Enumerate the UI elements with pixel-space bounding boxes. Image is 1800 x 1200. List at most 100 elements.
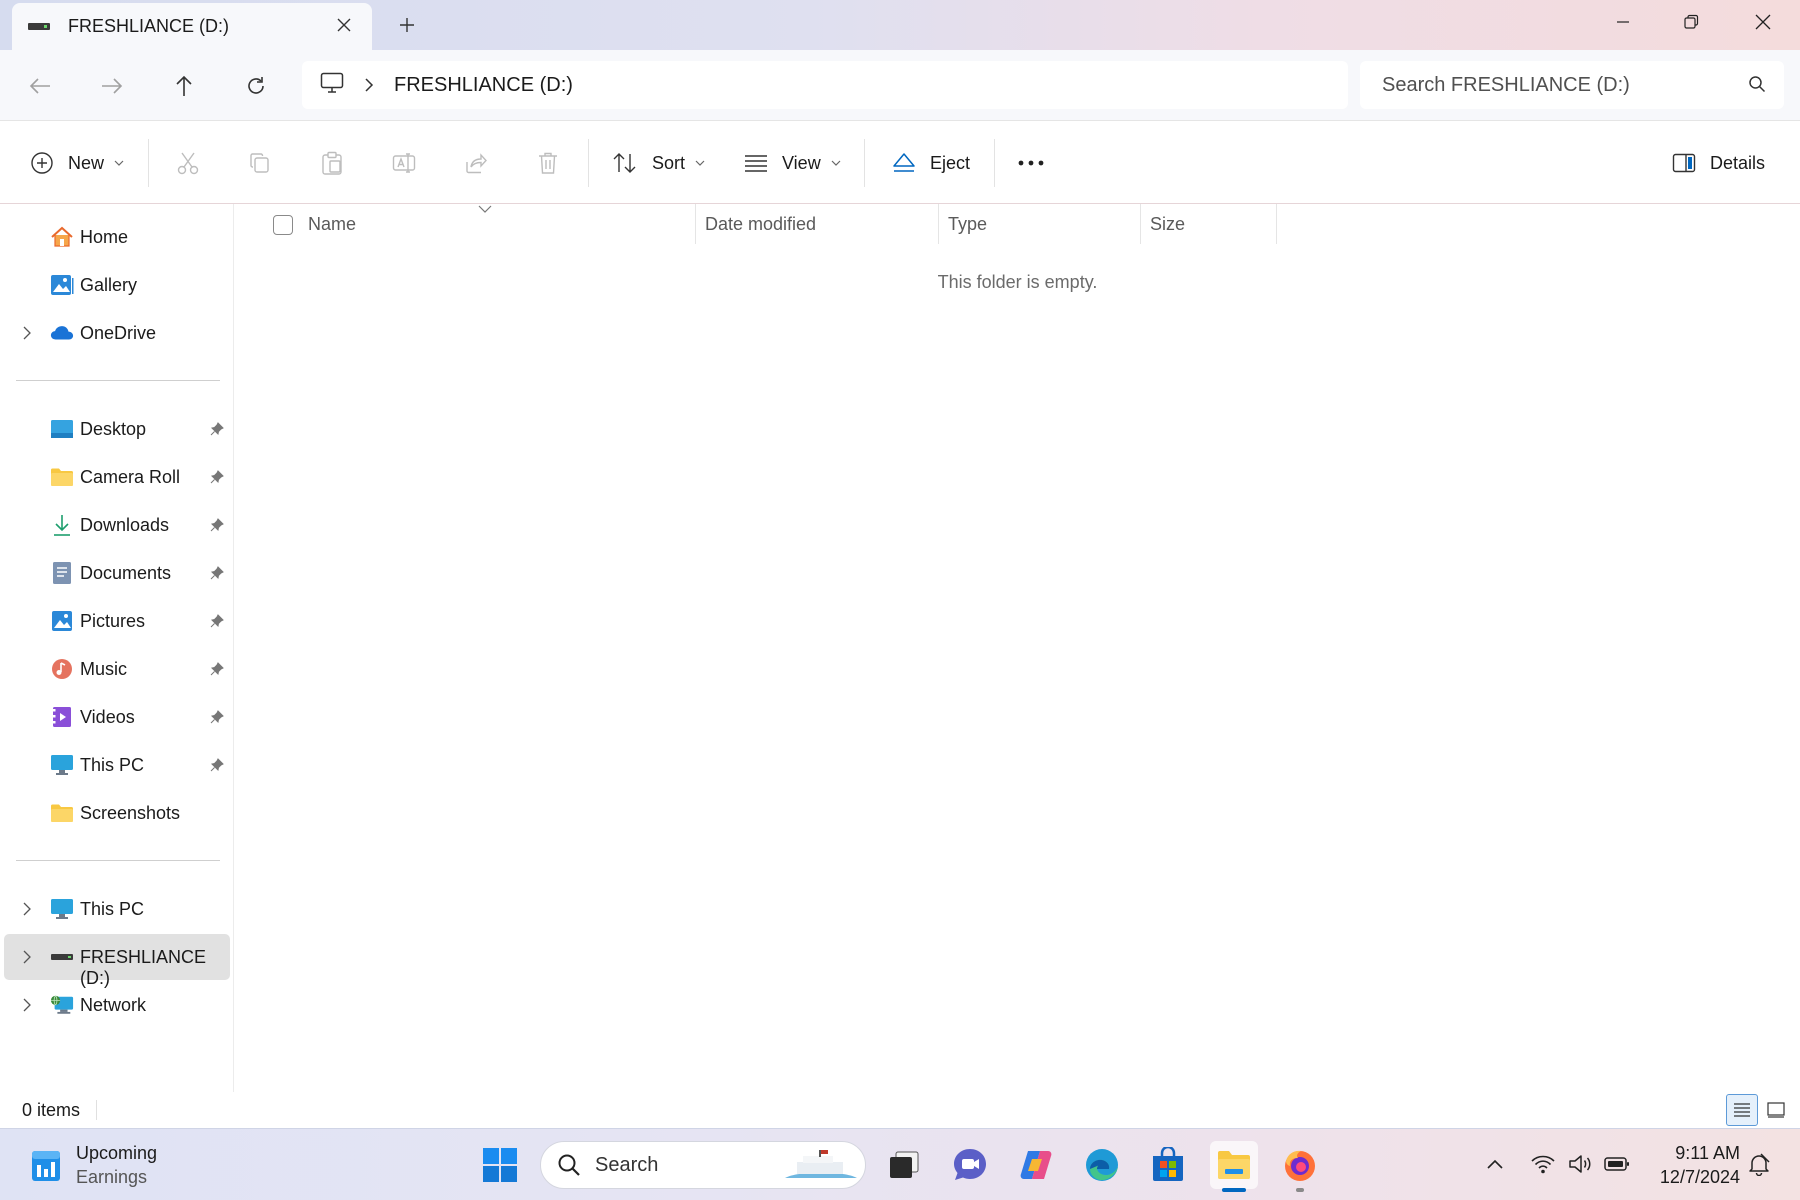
address-bar[interactable]: FRESHLIANCE (D:) [302, 61, 1348, 109]
column-divider[interactable] [695, 204, 696, 244]
network-status-button[interactable] [1528, 1149, 1558, 1179]
column-divider[interactable] [1276, 204, 1277, 244]
clock-time: 9:11 AM [1675, 1143, 1740, 1163]
tab-freshliance[interactable]: FRESHLIANCE (D:) [12, 3, 372, 50]
minimize-icon [1617, 21, 1629, 23]
pin-icon[interactable] [208, 516, 226, 534]
refresh-button[interactable] [238, 68, 274, 104]
taskbar-app-store[interactable] [1144, 1141, 1192, 1189]
search-box[interactable] [1360, 61, 1784, 109]
eject-button[interactable]: Eject [892, 143, 970, 183]
new-tab-button[interactable] [392, 10, 422, 40]
chevron-down-icon [695, 160, 705, 166]
teams-icon [954, 1149, 986, 1180]
column-divider[interactable] [1140, 204, 1141, 244]
clock-date: 12/7/2024 [1659, 1167, 1740, 1187]
up-button[interactable] [166, 68, 202, 104]
sidebar-item-this-pc[interactable]: This PC [4, 886, 230, 932]
details-view-toggle[interactable] [1726, 1094, 1758, 1126]
sidebar-item-pictures[interactable]: Pictures [4, 598, 230, 644]
rename-button[interactable] [384, 143, 424, 183]
sidebar-item-gallery[interactable]: Gallery [4, 262, 230, 308]
chevron-right-icon[interactable] [20, 325, 34, 341]
restore-button[interactable] [1668, 6, 1714, 38]
widgets-button[interactable]: Upcoming Earnings [30, 1141, 157, 1189]
paste-button[interactable] [312, 143, 352, 183]
sidebar-item-onedrive[interactable]: OneDrive [4, 310, 230, 356]
details-button[interactable]: Details [1672, 143, 1765, 183]
battery-button[interactable] [1602, 1149, 1632, 1179]
firefox-icon [1285, 1150, 1315, 1181]
divider [994, 139, 995, 187]
widget-subtitle: Earnings [76, 1167, 148, 1187]
back-button[interactable] [22, 68, 58, 104]
close-tab-button[interactable] [332, 13, 356, 37]
column-header-size[interactable]: Size [1150, 204, 1260, 244]
sidebar-item-freshliance-drive[interactable]: FRESHLIANCE (D:) [4, 934, 230, 988]
taskbar-app-file-explorer[interactable] [1210, 1141, 1258, 1192]
select-all-checkbox[interactable] [273, 215, 293, 235]
chevron-down-icon [831, 160, 841, 166]
view-button[interactable]: View [744, 143, 841, 183]
sort-button[interactable]: Sort [612, 143, 705, 183]
forward-button[interactable] [94, 68, 130, 104]
pin-icon[interactable] [208, 756, 226, 774]
column-header-type[interactable]: Type [948, 204, 1128, 244]
tab-title: FRESHLIANCE (D:) [68, 16, 230, 36]
taskbar-app-task-view[interactable] [880, 1141, 928, 1189]
taskbar-search[interactable]: Search [540, 1141, 866, 1189]
tiles-view-toggle[interactable] [1760, 1094, 1792, 1126]
search-icon [558, 1154, 580, 1176]
share-icon [466, 153, 487, 174]
sidebar-item-label: Music [80, 659, 128, 679]
network-icon [50, 993, 74, 1017]
chevron-right-icon[interactable] [20, 997, 34, 1013]
volume-button[interactable] [1566, 1149, 1596, 1179]
pin-icon[interactable] [208, 612, 226, 630]
sidebar-item-documents[interactable]: Documents [4, 550, 230, 596]
chevron-right-icon[interactable] [20, 949, 34, 965]
column-header-name[interactable]: Name [308, 204, 598, 244]
sidebar-item-screenshots[interactable]: Screenshots [4, 790, 230, 836]
pin-icon[interactable] [208, 564, 226, 582]
show-hidden-icons-button[interactable] [1480, 1149, 1510, 1179]
column-divider[interactable] [938, 204, 939, 244]
sidebar-item-videos[interactable]: Videos [4, 694, 230, 740]
column-header-date-modified[interactable]: Date modified [705, 204, 935, 244]
copy-button[interactable] [240, 143, 280, 183]
notifications-button[interactable] [1744, 1149, 1774, 1179]
taskbar-app-firefox[interactable] [1276, 1141, 1324, 1192]
pin-icon[interactable] [208, 708, 226, 726]
breadcrumb-freshliance[interactable]: FRESHLIANCE (D:) [394, 74, 573, 97]
share-button[interactable] [456, 143, 496, 183]
cut-button[interactable] [168, 143, 208, 183]
taskbar-app-teams[interactable] [946, 1141, 994, 1189]
start-button[interactable] [476, 1141, 524, 1189]
taskbar-app-copilot[interactable] [1012, 1141, 1060, 1189]
chevron-up-icon [1487, 1159, 1503, 1169]
pin-icon[interactable] [208, 660, 226, 678]
close-icon [1755, 14, 1771, 30]
sidebar-item-camera-roll[interactable]: Camera Roll [4, 454, 230, 500]
sidebar-item-downloads[interactable]: Downloads [4, 502, 230, 548]
chevron-right-icon [364, 78, 374, 92]
sidebar-item-label: Home [80, 227, 129, 247]
sidebar-item-network[interactable]: Network [4, 982, 230, 1028]
sidebar-item-home[interactable]: Home [4, 214, 230, 260]
folder-icon [50, 801, 74, 825]
clock-button[interactable]: 9:11 AM 12/7/2024 [1644, 1141, 1740, 1189]
sidebar-item-desktop[interactable]: Desktop [4, 406, 230, 452]
new-button[interactable]: New [30, 143, 124, 183]
minimize-button[interactable] [1600, 6, 1646, 38]
pin-icon[interactable] [208, 468, 226, 486]
close-window-button[interactable] [1740, 6, 1786, 38]
taskbar-app-edge[interactable] [1078, 1141, 1126, 1189]
more-options-button[interactable] [1018, 143, 1044, 183]
search-input[interactable] [1382, 73, 1742, 97]
delete-button[interactable] [528, 143, 568, 183]
chevron-down-icon [114, 160, 124, 166]
sidebar-item-music[interactable]: Music [4, 646, 230, 692]
sidebar-item-this-pc-pinned[interactable]: This PC [4, 742, 230, 788]
pin-icon[interactable] [208, 420, 226, 438]
chevron-right-icon[interactable] [20, 901, 34, 917]
